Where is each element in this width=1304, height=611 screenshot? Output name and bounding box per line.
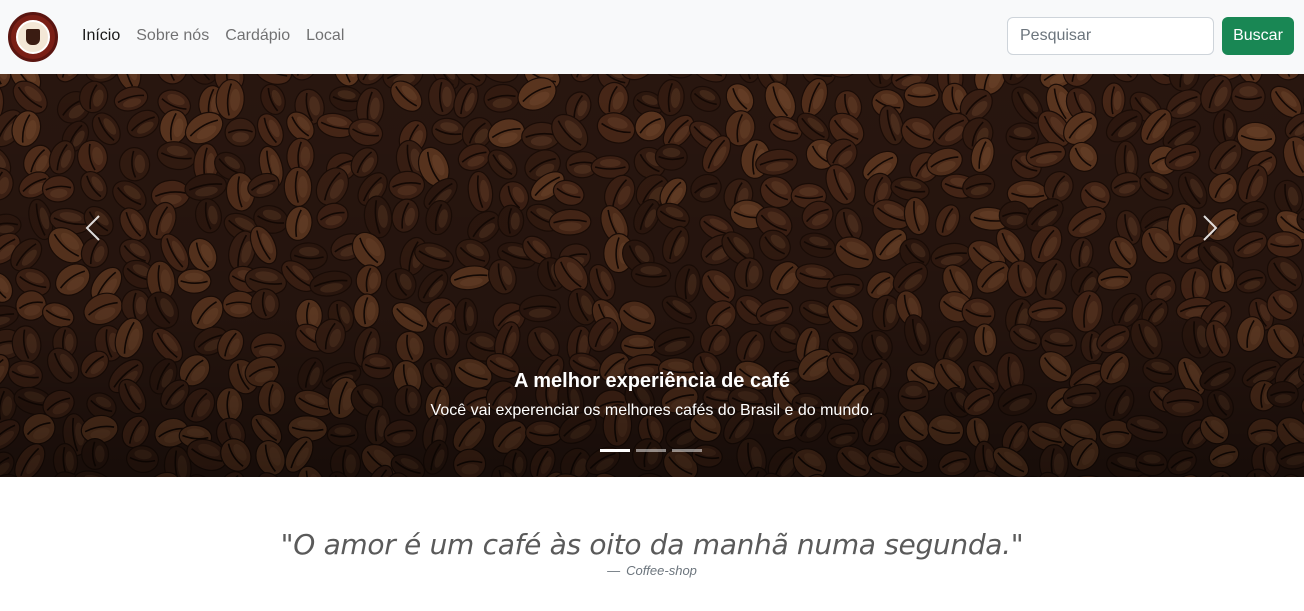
chevron-right-icon — [1203, 215, 1218, 241]
carousel-indicator-2[interactable] — [636, 449, 666, 452]
carousel-indicator-1[interactable] — [600, 449, 630, 452]
nav-link-cardapio[interactable]: Cardápio — [225, 26, 290, 46]
hero-carousel: A melhor experiência de café Você vai ex… — [0, 74, 1304, 477]
carousel-prev-button[interactable] — [80, 213, 110, 243]
search-input[interactable] — [1007, 17, 1214, 55]
quote-author: Coffee-shop — [626, 563, 697, 578]
chevron-left-icon — [85, 215, 100, 241]
nav-link-sobre-nos[interactable]: Sobre nós — [136, 26, 209, 46]
nav-link-local[interactable]: Local — [306, 26, 344, 46]
quote-dash: — — [607, 563, 621, 578]
carousel-caption-text: Você vai experenciar os melhores cafés d… — [430, 402, 874, 419]
carousel-caption-title: A melhor experiência de café — [513, 370, 791, 392]
search-button[interactable]: Buscar — [1222, 17, 1294, 55]
carousel-next-button[interactable] — [1193, 213, 1223, 243]
quote-citation: — Coffee-shop — [0, 563, 1304, 578]
coffee-cup-icon — [26, 29, 40, 45]
nav-link-inicio[interactable]: Início — [82, 26, 120, 46]
nav-links: Início Sobre nós Cardápio Local — [82, 26, 360, 46]
carousel-indicators — [600, 449, 702, 452]
carousel-caption: A melhor experiência de café Você vai ex… — [0, 369, 1304, 421]
brand-logo[interactable] — [8, 12, 58, 62]
quote-text: "O amor é um café às oito da manhã numa … — [280, 528, 1024, 561]
carousel-indicator-3[interactable] — [672, 449, 702, 452]
navbar: Início Sobre nós Cardápio Local Buscar — [0, 0, 1304, 74]
logo-emblem — [16, 20, 50, 54]
